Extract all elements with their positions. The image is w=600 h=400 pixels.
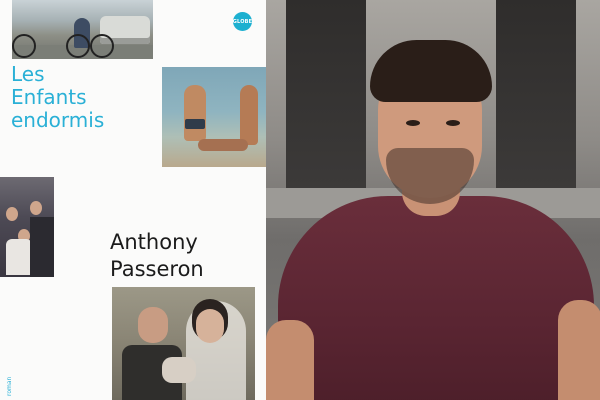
- cover-photo-bicycles: [12, 0, 153, 59]
- author-shirt: [278, 196, 594, 400]
- photo-shirt: [6, 239, 32, 275]
- author-portrait: [266, 0, 600, 400]
- author-hair: [370, 40, 492, 102]
- photo-person: [184, 85, 206, 141]
- book-genre: roman: [6, 376, 13, 396]
- photo-person-lying: [198, 139, 248, 151]
- book-author: Anthony Passeron: [110, 229, 260, 283]
- book-title-line: Les: [11, 62, 45, 86]
- publisher-badge: GLOBE: [233, 12, 252, 31]
- book-title-line: Enfants: [11, 85, 87, 109]
- book-author-line: Passeron: [110, 257, 204, 281]
- photo-person: [240, 85, 258, 145]
- book-title-line: endormis: [11, 108, 105, 132]
- book-cover: GLOBE Les Enfants endormis Anthony Passe…: [0, 0, 266, 400]
- author-eye: [406, 120, 420, 126]
- photo-jacket: [30, 217, 54, 277]
- author-arm: [266, 320, 314, 400]
- background-window: [496, 0, 576, 190]
- image-stage: GLOBE Les Enfants endormis Anthony Passe…: [0, 0, 600, 400]
- photo-shorts: [185, 119, 205, 129]
- photo-groom: [138, 307, 168, 343]
- cover-photo-crowd: [0, 177, 54, 277]
- book-author-line: Anthony: [110, 230, 198, 254]
- photo-bride: [196, 309, 224, 343]
- photo-bouquet: [162, 357, 196, 383]
- bicycle-wheel: [12, 34, 36, 58]
- photo-face: [30, 201, 42, 215]
- photo-face: [6, 207, 18, 221]
- background-window: [286, 0, 366, 190]
- bicycle-wheel: [66, 34, 90, 58]
- author-eye: [446, 120, 460, 126]
- cover-photo-wedding: [112, 287, 255, 400]
- bicycle-wheel: [90, 34, 114, 58]
- book-title: Les Enfants endormis: [11, 63, 156, 132]
- author-arm: [558, 300, 600, 400]
- cover-photo-beach: [162, 67, 266, 167]
